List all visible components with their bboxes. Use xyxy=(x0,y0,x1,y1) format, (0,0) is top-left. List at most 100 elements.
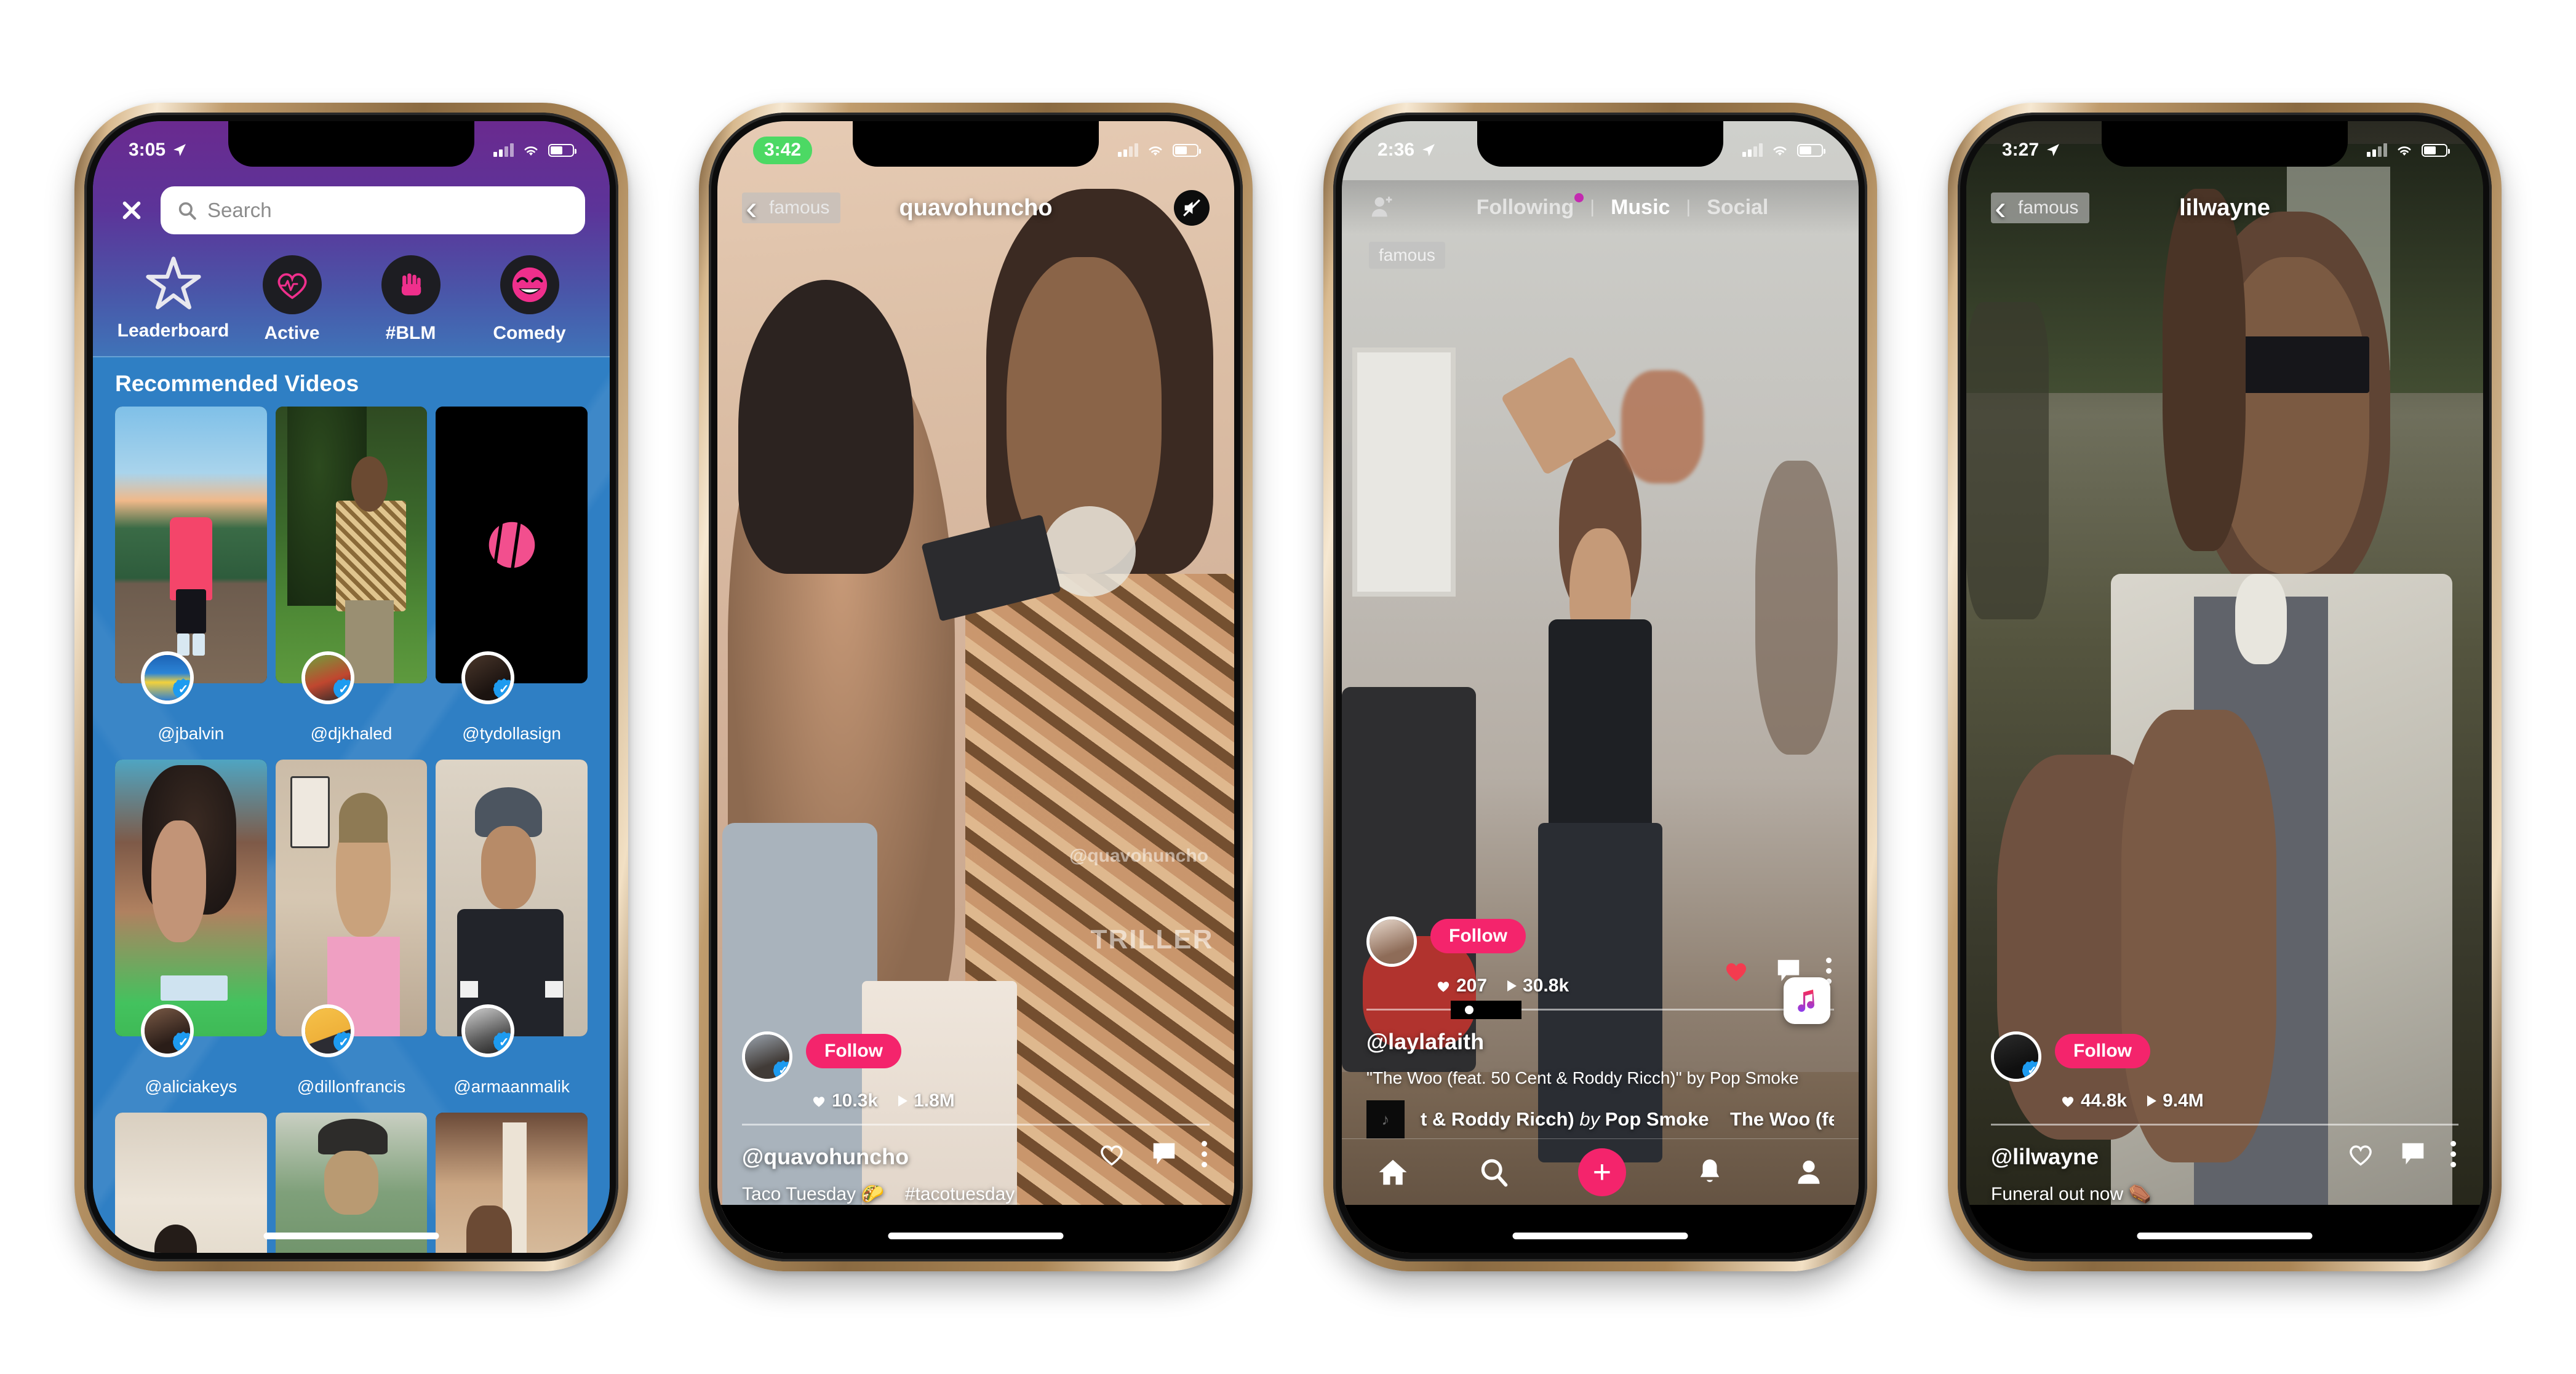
tab-following[interactable]: Following xyxy=(1476,193,1584,220)
avatar[interactable]: ✓ xyxy=(301,1004,354,1057)
ticker-artist: Pop Smoke xyxy=(1605,1108,1709,1130)
video-username[interactable]: @tydollasign xyxy=(436,724,588,744)
video-progress-bar[interactable] xyxy=(1991,1124,2458,1126)
home-indicator[interactable] xyxy=(1512,1233,1688,1239)
category-label: Comedy xyxy=(493,323,566,343)
video-username[interactable]: @aliciakeys xyxy=(115,1077,267,1097)
search-placeholder: Search xyxy=(207,199,272,221)
tab-label: Music xyxy=(1611,195,1670,219)
video-thumbnail[interactable] xyxy=(436,1113,588,1253)
video-card[interactable]: ✓ @djkhaled xyxy=(275,407,428,744)
home-indicator[interactable] xyxy=(263,1233,439,1239)
heart-filled-icon[interactable] xyxy=(1721,956,1751,985)
category-comedy[interactable]: Comedy xyxy=(470,255,589,344)
avatar[interactable]: ✓ xyxy=(141,1004,194,1057)
video-username[interactable]: @armaanmalik xyxy=(436,1077,588,1097)
video-username[interactable]: @djkhaled xyxy=(276,724,428,744)
more-vertical-icon[interactable] xyxy=(2450,1140,2456,1167)
ticker-part-b: The Woo (feat. 5 xyxy=(1730,1108,1834,1130)
follow-button[interactable]: Follow xyxy=(2055,1034,2150,1068)
video-thumbnail[interactable] xyxy=(275,760,428,1036)
video-thumbnail[interactable] xyxy=(115,760,267,1036)
like-count: 207 xyxy=(1435,975,1487,996)
video-thumbnail[interactable] xyxy=(436,760,588,1036)
video-card[interactable]: ✓ @jbalvin xyxy=(115,407,267,744)
avatar[interactable]: ✓ xyxy=(301,651,354,704)
video-thumbnail[interactable] xyxy=(436,407,588,683)
wifi-icon xyxy=(1773,146,1787,156)
video-thumbnail[interactable] xyxy=(115,1113,267,1253)
follow-button[interactable]: Follow xyxy=(806,1034,901,1068)
comment-icon[interactable] xyxy=(2399,1140,2427,1168)
tab-music[interactable]: Music xyxy=(1611,196,1670,220)
sound-off-icon[interactable] xyxy=(1174,190,1210,226)
category-label: Active xyxy=(264,323,320,343)
tab-separator: | xyxy=(1686,197,1691,217)
heart-outline-icon[interactable] xyxy=(2346,1140,2375,1168)
heart-outline-icon[interactable] xyxy=(1097,1140,1127,1168)
laughing-face-icon xyxy=(500,255,559,314)
video-thumbnail[interactable] xyxy=(115,407,267,683)
avatar[interactable]: ✓ xyxy=(141,651,194,704)
video-card[interactable]: ✓ @armaanmalik xyxy=(436,760,588,1097)
close-icon[interactable] xyxy=(118,196,146,224)
status-time-group: 2:36 xyxy=(1378,140,1436,161)
video-title: quavohuncho xyxy=(899,194,1053,221)
category-active[interactable]: Active xyxy=(233,255,351,344)
video-card[interactable]: ✓ @tydollasign xyxy=(436,407,588,744)
tab-social[interactable]: Social xyxy=(1707,196,1768,220)
video-username[interactable]: @dillonfrancis xyxy=(276,1077,428,1097)
video-card[interactable]: ✓ @aliciakeys xyxy=(115,760,267,1097)
play-icon xyxy=(1507,980,1517,991)
follow-button[interactable]: Follow xyxy=(1430,919,1526,953)
home-icon[interactable] xyxy=(1376,1156,1410,1189)
caption-text: Funeral out now ⚰️ xyxy=(1991,1184,2151,1204)
avatar[interactable]: ✓ xyxy=(461,1004,515,1057)
caption-hashtag[interactable]: #tacotuesday xyxy=(905,1184,1015,1205)
home-indicator[interactable] xyxy=(888,1233,1064,1239)
search-icon[interactable] xyxy=(1478,1156,1510,1188)
apple-music-icon[interactable] xyxy=(1784,977,1830,1024)
category-tag[interactable]: famous xyxy=(1369,242,1445,269)
more-vertical-icon[interactable] xyxy=(1202,1140,1207,1167)
category-leaderboard[interactable]: Leaderboard xyxy=(114,255,233,344)
music-ticker[interactable]: ♪ t & Roddy Ricch) by Pop Smoke The Woo … xyxy=(1366,1100,1834,1138)
cellular-bars-icon xyxy=(493,143,514,157)
phone-1-screen: Search Leaderboard Active #BLM Comedy Re… xyxy=(93,121,610,1253)
category-blm[interactable]: #BLM xyxy=(351,255,470,344)
raised-fist-icon xyxy=(381,255,441,314)
notch xyxy=(228,121,474,167)
video-caption: "The Woo (feat. 50 Cent & Roddy Ricch)" … xyxy=(1366,1068,1834,1088)
avatar[interactable]: ✓ xyxy=(461,651,515,704)
avatar[interactable]: ✓ xyxy=(1991,1031,2041,1082)
bell-icon[interactable] xyxy=(1694,1156,1725,1188)
video-username[interactable]: @jbalvin xyxy=(115,724,267,744)
search-input[interactable]: Search xyxy=(161,186,585,234)
video-progress-bar[interactable] xyxy=(1366,1001,1834,1019)
bottom-safe-area xyxy=(1342,1205,1859,1253)
video-thumbnail[interactable] xyxy=(275,407,428,683)
video-card[interactable] xyxy=(115,1113,267,1253)
create-button[interactable]: + xyxy=(1577,1148,1626,1196)
video-thumbnail[interactable] xyxy=(275,1113,428,1253)
author-row: ✓ Follow xyxy=(742,1031,1210,1082)
notch xyxy=(2102,121,2348,167)
video-card[interactable] xyxy=(275,1113,428,1253)
avatar-wrap: ✓ xyxy=(436,651,588,714)
video-author-username[interactable]: @laylafaith xyxy=(1366,1029,1834,1055)
view-count: 9.4M xyxy=(2145,1090,2204,1111)
video-progress-bar[interactable] xyxy=(742,1124,1210,1126)
notch xyxy=(853,121,1099,167)
avatar[interactable] xyxy=(1366,916,1417,967)
video-card[interactable]: ✓ @dillonfrancis xyxy=(275,760,428,1097)
status-time: 3:27 xyxy=(2002,140,2040,160)
person-add-icon[interactable] xyxy=(1369,193,1397,221)
profile-icon[interactable] xyxy=(1793,1156,1824,1188)
video-card[interactable] xyxy=(436,1113,588,1253)
heart-icon xyxy=(1437,982,1449,992)
home-indicator[interactable] xyxy=(2137,1233,2313,1239)
avatar[interactable]: ✓ xyxy=(742,1031,792,1082)
caption-text: Taco Tuesday 🌮 xyxy=(742,1184,884,1204)
comment-icon[interactable] xyxy=(1150,1140,1178,1168)
tab-label: Following xyxy=(1476,195,1574,219)
